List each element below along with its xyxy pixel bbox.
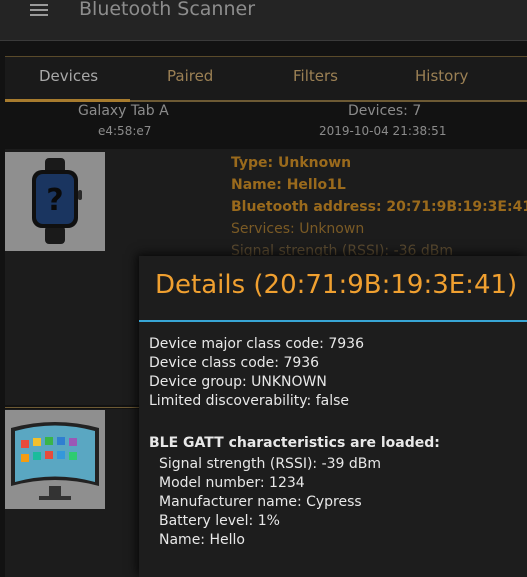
device-services: Services: Unknown <box>231 221 365 237</box>
class-code: Device class code: 7936 <box>149 355 320 371</box>
device-group: Device group: UNKNOWN <box>149 374 327 390</box>
host-device-name: Galaxy Tab A <box>78 103 169 119</box>
tab-history[interactable]: History <box>415 67 468 85</box>
dialog-title: Details (20:71:9B:19:3E:41) <box>155 270 518 300</box>
gatt-name: Name: Hello <box>159 532 245 548</box>
hamburger-menu-icon[interactable] <box>30 4 48 17</box>
gatt-model-number: Model number: 1234 <box>159 475 305 491</box>
device-details-dialog: Details (20:71:9B:19:3E:41) Device major… <box>139 256 527 577</box>
gatt-battery-level: Battery level: 1% <box>159 513 280 529</box>
tab-devices[interactable]: Devices <box>39 67 98 85</box>
scan-timestamp: 2019-10-04 21:38:51 <box>319 124 447 138</box>
svg-text:?: ? <box>46 183 63 218</box>
app-bar: Bluetooth Scanner <box>0 0 527 41</box>
device-address: Bluetooth address: 20:71:9B:19:3E:41 <box>231 199 527 215</box>
dialog-content: Device major class code: 7936 Device cla… <box>149 335 519 550</box>
dialog-title-divider <box>139 320 527 322</box>
gatt-manufacturer: Manufacturer name: Cypress <box>159 494 362 510</box>
device-details: Type: Unknown Name: Hello1L Bluetooth ad… <box>231 152 527 262</box>
device-name: Name: Hello1L <box>231 177 346 193</box>
gatt-rssi: Signal strength (RSSI): -39 dBm <box>159 456 382 472</box>
smart-tv-icon <box>5 410 105 509</box>
active-tab-indicator <box>5 99 130 102</box>
device-type: Type: Unknown <box>231 155 352 171</box>
scan-info-header: Galaxy Tab A e4:58:e7 Devices: 7 2019-10… <box>0 103 527 143</box>
tab-paired[interactable]: Paired <box>167 67 213 85</box>
devices-count: Devices: 7 <box>348 103 422 119</box>
host-device-mac: e4:58:e7 <box>98 124 152 138</box>
list-divider <box>5 407 139 408</box>
gatt-heading: BLE GATT characteristics are loaded: <box>149 435 440 451</box>
tab-bar: Devices Paired Filters History <box>5 56 527 102</box>
tab-filters[interactable]: Filters <box>293 67 338 85</box>
smartwatch-unknown-icon: ? <box>5 152 105 251</box>
major-class-code: Device major class code: 7936 <box>149 336 364 352</box>
app-title: Bluetooth Scanner <box>79 0 256 20</box>
limited-discoverability: Limited discoverability: false <box>149 393 350 409</box>
